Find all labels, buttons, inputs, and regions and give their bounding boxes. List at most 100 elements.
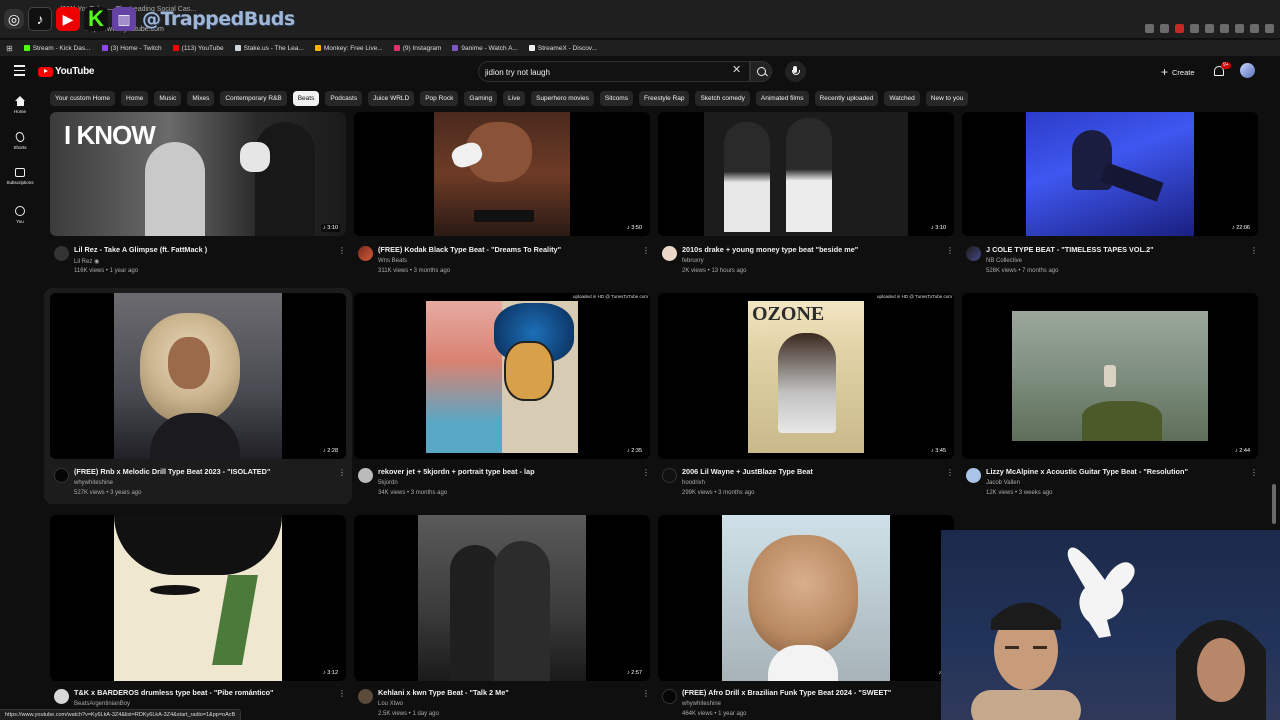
guide-home[interactable]: Home [0, 96, 40, 114]
bookmark-item[interactable]: StreameX - Discov... [528, 45, 597, 52]
video-title[interactable]: (FREE) Kodak Black Type Beat - "Dreams T… [378, 245, 561, 254]
channel-name[interactable]: Jacob Vallen [986, 480, 1020, 486]
video-thumbnail[interactable]: ♪ 2 [658, 515, 954, 681]
extension-icon[interactable] [1235, 24, 1244, 33]
extension-icon[interactable] [1175, 24, 1184, 33]
bookmark-item[interactable]: 9anime - Watch A... [452, 45, 518, 52]
chip-animated-films[interactable]: Animated films [755, 91, 809, 106]
bookmark-item[interactable]: Stream - Kick Das... [23, 45, 91, 52]
chip-home[interactable]: Home [121, 91, 149, 106]
search-input[interactable] [485, 65, 715, 79]
chip-beats[interactable]: Beats [292, 91, 320, 106]
channel-name[interactable]: 5kjordn [378, 480, 398, 486]
extension-icon[interactable] [1145, 24, 1154, 33]
chip-juice-wrld[interactable]: Juice WRLD [368, 91, 415, 106]
channel-avatar[interactable] [662, 689, 677, 704]
page-scrollbar[interactable] [1272, 484, 1276, 524]
video-title[interactable]: T&K x BARDEROS drumless type beat - "Pib… [74, 688, 274, 697]
create-button[interactable]: + Create [1157, 63, 1199, 81]
chip-sketch-comedy[interactable]: Sketch comedy [695, 91, 750, 106]
bookmark-item[interactable]: (9) Instagram [393, 45, 441, 52]
extension-icon[interactable] [1220, 24, 1229, 33]
bookmark-item[interactable]: (3) Home - Twitch [101, 45, 162, 52]
extension-icon[interactable] [1190, 24, 1199, 33]
channel-avatar[interactable] [358, 246, 373, 261]
video-title[interactable]: J COLE TYPE BEAT - "TIMELESS TAPES VOL.2… [986, 245, 1154, 254]
channel-name[interactable]: NB Collective [986, 258, 1022, 264]
video-thumbnail[interactable]: I KNOW ♪ 3:10 [50, 112, 346, 236]
chip-your-custom-home[interactable]: Your custom Home [50, 91, 116, 106]
chip-recently-uploaded[interactable]: Recently uploaded [814, 91, 879, 106]
chip-superhero-movies[interactable]: Superhero movies [531, 91, 594, 106]
clear-search-icon[interactable]: ✕ [732, 64, 741, 76]
more-actions-icon[interactable]: ⋮ [1250, 245, 1258, 257]
video-title[interactable]: rekover jet + 5kjordn + portrait type be… [378, 467, 535, 476]
more-actions-icon[interactable]: ⋮ [338, 467, 346, 479]
chip-sitcoms[interactable]: Sitcoms [599, 91, 633, 106]
channel-avatar[interactable] [662, 468, 677, 483]
channel-name[interactable]: Wns Beats [378, 258, 407, 264]
chip-gaming[interactable]: Gaming [464, 91, 498, 106]
chip-watched[interactable]: Watched [884, 91, 920, 106]
channel-avatar[interactable] [966, 468, 981, 483]
menu-dots-icon[interactable] [1265, 24, 1274, 33]
apps-grid-icon[interactable]: ⊞ [6, 44, 13, 53]
video-title[interactable]: (FREE) Rnb x Melodic Drill Type Beat 202… [74, 467, 270, 476]
video-thumbnail[interactable]: uploaded in HD @ TunesToTube.com ♪ 2:35 [354, 293, 650, 459]
channel-avatar[interactable] [54, 246, 69, 261]
video-thumbnail[interactable]: uploaded in HD @ TunesToTube.com OZONE ♪… [658, 293, 954, 459]
more-actions-icon[interactable]: ⋮ [338, 688, 346, 700]
channel-avatar[interactable] [358, 689, 373, 704]
channel-avatar[interactable] [966, 246, 981, 261]
video-title[interactable]: Lizzy McAlpine x Acoustic Guitar Type Be… [986, 467, 1188, 476]
video-title[interactable]: Kehlani x kwn Type Beat - "Talk 2 Me" [378, 688, 509, 697]
channel-avatar[interactable] [54, 468, 69, 483]
extension-icon[interactable] [1205, 24, 1214, 33]
video-title[interactable]: (FREE) Afro Drill x Brazilian Funk Type … [682, 688, 891, 697]
video-thumbnail[interactable]: ♪ 2:57 [354, 515, 650, 681]
more-actions-icon[interactable]: ⋮ [642, 245, 650, 257]
video-title[interactable]: 2006 Lil Wayne + JustBlaze Type Beat [682, 467, 813, 476]
chip-contemporary-r-b[interactable]: Contemporary R&B [220, 91, 287, 106]
chip-freestyle-rap[interactable]: Freestyle Rap [638, 91, 690, 106]
video-thumbnail[interactable]: ♪ 2:28 [50, 293, 346, 459]
more-actions-icon[interactable]: ⋮ [338, 245, 346, 257]
search-button[interactable] [750, 61, 772, 82]
channel-name[interactable]: whywhiteshine [74, 480, 113, 486]
chip-new-to-you[interactable]: New to you [925, 91, 969, 106]
bookmark-item[interactable]: Monkey: Free Live... [314, 45, 383, 52]
video-thumbnail[interactable]: ♪ 22:06 [962, 112, 1258, 236]
more-actions-icon[interactable]: ⋮ [642, 467, 650, 479]
more-actions-icon[interactable]: ⋮ [1250, 467, 1258, 479]
chip-pop-rock[interactable]: Pop Rock [420, 91, 459, 106]
video-title[interactable]: 2010s drake + young money type beat "bes… [682, 245, 858, 254]
account-avatar[interactable] [1240, 63, 1255, 78]
guide-menu-icon[interactable] [14, 65, 25, 77]
voice-search-button[interactable] [785, 61, 806, 82]
channel-name[interactable]: Lil Rez ◉ [74, 258, 99, 265]
guide-shorts[interactable]: Shorts [0, 130, 40, 150]
search-box[interactable] [478, 61, 750, 82]
channel-name[interactable]: hoodrixh [682, 480, 705, 486]
video-thumbnail[interactable]: ♪ 2:44 [962, 293, 1258, 459]
guide-subscriptions[interactable]: Subscriptions [0, 168, 40, 185]
youtube-logo[interactable]: YouTube [38, 66, 95, 77]
more-actions-icon[interactable]: ⋮ [946, 245, 954, 257]
chip-live[interactable]: Live [503, 91, 526, 106]
chip-podcasts[interactable]: Podcasts [325, 91, 363, 106]
channel-name[interactable]: whywhiteshine [682, 701, 721, 707]
channel-avatar[interactable] [662, 246, 677, 261]
channel-avatar[interactable] [358, 468, 373, 483]
channel-name[interactable]: Lou Xtwo [378, 701, 403, 707]
video-thumbnail[interactable]: ♪ 3:10 [658, 112, 954, 236]
more-actions-icon[interactable]: ⋮ [642, 688, 650, 700]
video-thumbnail[interactable]: ♪ 3:50 [354, 112, 650, 236]
more-actions-icon[interactable]: ⋮ [946, 467, 954, 479]
bookmark-item[interactable]: (113) YouTube [172, 45, 224, 52]
guide-you[interactable]: You [0, 206, 40, 224]
extension-icon[interactable] [1250, 24, 1259, 33]
channel-name[interactable]: BeatsArgentinianBoy [74, 701, 130, 707]
video-thumbnail[interactable]: ♪ 3:12 [50, 515, 346, 681]
chip-mixes[interactable]: Mixes [187, 91, 215, 106]
video-title[interactable]: Lil Rez - Take A Glimpse (ft. FattMack ) [74, 245, 207, 254]
